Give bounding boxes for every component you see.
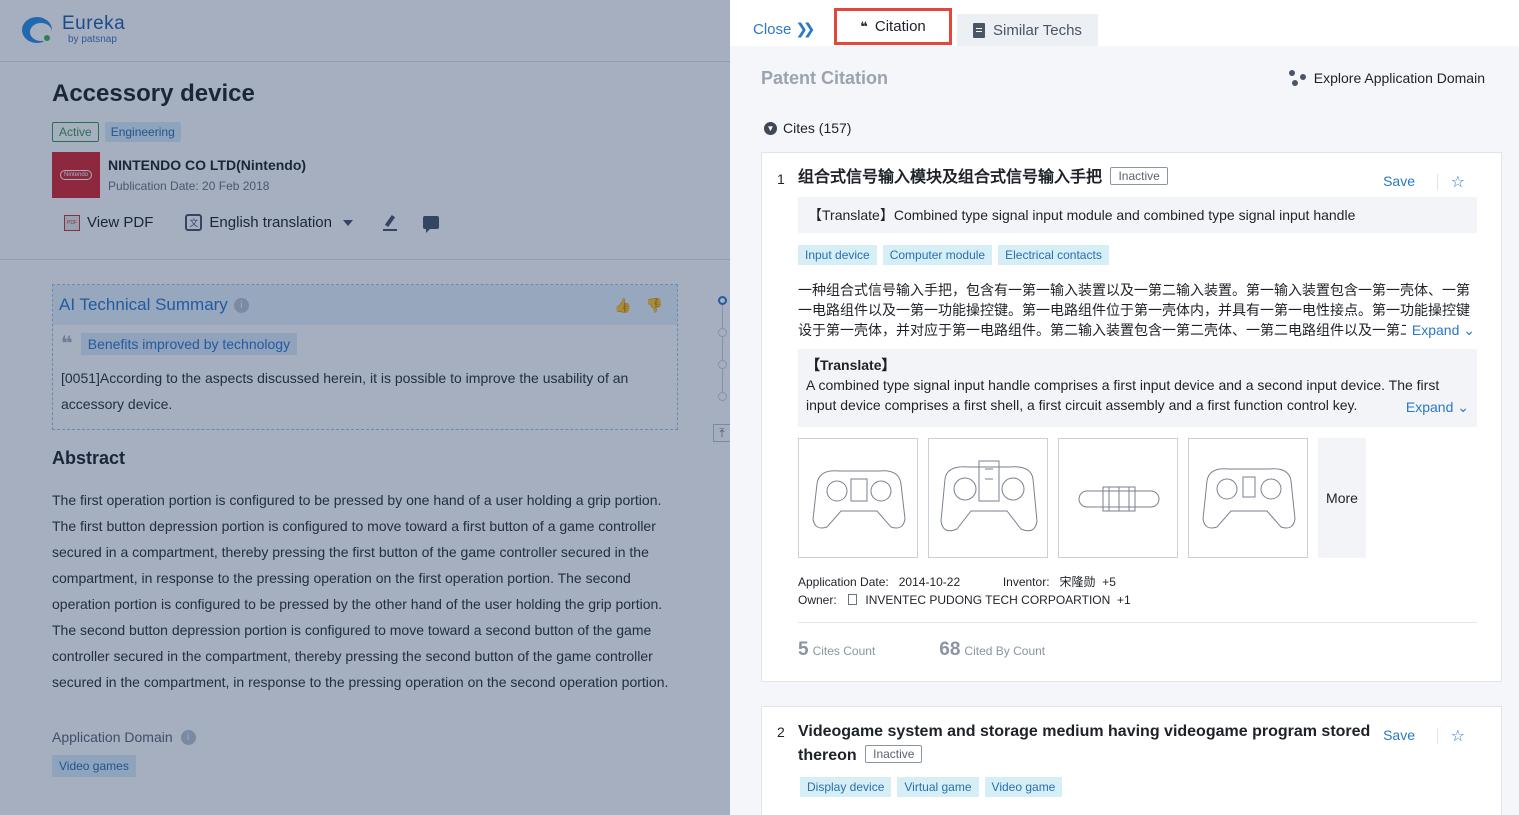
explore-label: Explore Application Domain [1314, 70, 1485, 86]
owner-meta: Owner: INVENTEC PUDONG TECH CORPOARTION … [798, 593, 1131, 607]
close-label: Close [753, 21, 791, 38]
patent-drawing-thumbnail[interactable] [928, 438, 1048, 558]
star-icon[interactable]: ☆ [1451, 726, 1465, 746]
citation-title[interactable]: 组合式信号输入模块及组合式信号输入手把 Inactive [798, 166, 1168, 190]
save-button[interactable]: Save [1383, 727, 1415, 743]
chevron-down-icon: ⌄ [1463, 322, 1475, 338]
citation-card: 1 组合式信号输入模块及组合式信号输入手把 Inactive Save ☆ 【T… [761, 152, 1502, 682]
keyword-tag[interactable]: Input device [798, 245, 877, 265]
tab-citation[interactable]: ❝ Citation [834, 8, 952, 45]
patent-drawing-thumbnail[interactable] [798, 438, 918, 558]
keyword-tag[interactable]: Virtual game [897, 777, 978, 797]
network-icon [1289, 70, 1307, 86]
cited-by-count[interactable]: 68 Cited By Count [939, 639, 1045, 661]
tab-similar-label: Similar Techs [993, 22, 1082, 39]
cites-toggle[interactable]: ▼ Cites (157) [764, 120, 851, 136]
status-badge: Inactive [865, 745, 922, 763]
application-date-label: Application Date: [798, 575, 889, 589]
application-meta: Application Date: 2014-10-22 Inventor: 宋… [798, 573, 1116, 590]
keyword-tags: Input device Computer module Electrical … [798, 245, 1109, 265]
drawing-thumbnails: More [798, 438, 1366, 558]
expand-label: Expand [1406, 399, 1453, 415]
drawer-tab-bar: Close ❯❯ ❝ Citation Similar Techs [730, 0, 1519, 46]
tab-citation-label: Citation [875, 18, 926, 35]
keyword-tag[interactable]: Electrical contacts [998, 245, 1109, 265]
owner-name[interactable]: INVENTEC PUDONG TECH CORPOARTION [865, 593, 1110, 607]
cited-by-label: Cited By Count [964, 644, 1045, 658]
card-index: 2 [777, 724, 785, 740]
close-button[interactable]: Close ❯❯ [753, 20, 811, 38]
expand-button[interactable]: Expand ⌄ [1406, 320, 1475, 340]
quote-icon: ❝ [860, 19, 867, 35]
star-icon[interactable]: ☆ [1451, 172, 1465, 192]
application-date: 2014-10-22 [899, 575, 960, 589]
citation-title[interactable]: Videogame system and storage medium havi… [798, 720, 1388, 768]
inventor-label: Inventor: [1003, 575, 1050, 589]
expand-button[interactable]: Expand ⌄ [1400, 397, 1469, 417]
translated-abstract-text: A combined type signal input handle comp… [806, 377, 1439, 413]
patent-drawing-thumbnail[interactable] [1188, 438, 1308, 558]
keyword-tag[interactable]: Computer module [883, 245, 992, 265]
owner-more[interactable]: +1 [1117, 593, 1131, 607]
expand-label: Expand [1412, 322, 1459, 338]
owner-label: Owner: [798, 593, 837, 607]
citation-drawer: Close ❯❯ ❝ Citation Similar Techs Patent… [730, 0, 1519, 815]
chevron-down-icon: ⌄ [1457, 399, 1469, 415]
original-abstract-text: 一种组合式信号输入手把，包含有一第一输入装置以及一第二输入装置。第一输入装置包含… [798, 282, 1470, 340]
patent-drawing-thumbnail[interactable] [1058, 438, 1178, 558]
citation-counts: 5 Cites Count 68 Cited By Count [798, 639, 1045, 661]
original-abstract: 一种组合式信号输入手把，包含有一第一输入装置以及一第二输入装置。第一输入装置包含… [798, 280, 1477, 340]
section-title: Patent Citation [761, 68, 888, 89]
cites-label: Cites (157) [783, 120, 851, 136]
chevron-down-circle-icon: ▼ [764, 122, 777, 135]
document-icon [973, 23, 985, 38]
inventor-name[interactable]: 宋隆勋 [1060, 575, 1096, 589]
modal-overlay[interactable] [0, 0, 730, 815]
status-badge: Inactive [1110, 167, 1167, 185]
cites-count-value: 5 [798, 639, 809, 660]
card-index: 1 [777, 171, 785, 187]
cites-count-label: Cites Count [813, 644, 876, 658]
translated-title: 【Translate】Combined type signal input mo… [798, 197, 1477, 233]
inventor-more[interactable]: +5 [1102, 575, 1116, 589]
double-chevron-right-icon: ❯❯ [795, 20, 810, 38]
translated-abstract: 【Translate】 A combined type signal input… [798, 349, 1477, 427]
keyword-tag[interactable]: Display device [800, 777, 891, 797]
tab-similar-techs[interactable]: Similar Techs [957, 14, 1098, 46]
citation-card: 2 Videogame system and storage medium ha… [761, 706, 1502, 815]
citation-title-text: 组合式信号输入模块及组合式信号输入手把 [798, 169, 1102, 186]
save-button[interactable]: Save [1383, 173, 1415, 189]
keyword-tags: Display device Virtual game Video game [800, 777, 1062, 797]
translate-label: 【Translate】 [806, 355, 1469, 375]
more-drawings-button[interactable]: More [1318, 438, 1366, 558]
explore-application-domain-button[interactable]: Explore Application Domain [1289, 70, 1485, 86]
company-icon [848, 594, 857, 605]
cited-by-value: 68 [939, 639, 960, 660]
cites-count[interactable]: 5 Cites Count [798, 639, 875, 661]
keyword-tag[interactable]: Video game [985, 777, 1063, 797]
